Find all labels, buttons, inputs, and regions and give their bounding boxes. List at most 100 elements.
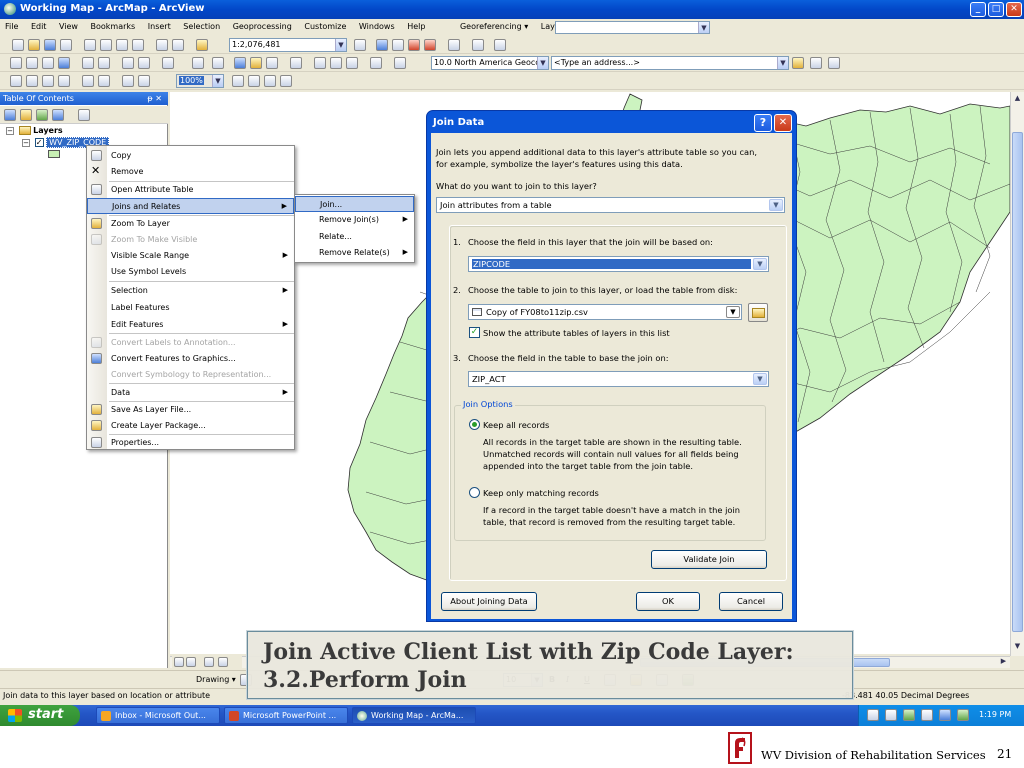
submenu-item-join[interactable]: Join... [295, 196, 414, 212]
time-slider-icon[interactable] [370, 57, 382, 69]
whats-this-icon[interactable] [494, 39, 506, 51]
collapse-icon[interactable]: − [22, 138, 30, 147]
browse-table-button[interactable] [748, 303, 768, 322]
keep-matching-records-radio[interactable] [469, 487, 480, 498]
collapse-icon[interactable]: − [6, 126, 14, 135]
drawing-menu[interactable]: Drawing ▾ [196, 675, 236, 684]
toc-pin-close[interactable]: ᵽ ✕ [147, 94, 162, 103]
toc-options-icon[interactable] [78, 109, 90, 121]
python-window-icon[interactable] [448, 39, 460, 51]
redo-icon[interactable] [172, 39, 184, 51]
georeferencing-toolbar-label[interactable]: Georeferencing ▾ [455, 19, 533, 31]
list-by-source-icon[interactable] [20, 109, 32, 121]
copy-icon[interactable] [100, 39, 112, 51]
list-by-visibility-icon[interactable] [36, 109, 48, 121]
select-features-icon[interactable] [162, 57, 174, 69]
list-by-selection-icon[interactable] [52, 109, 64, 121]
list-by-drawing-order-icon[interactable] [4, 109, 16, 121]
menu-bookmarks[interactable]: Bookmarks [86, 19, 141, 31]
open-folder-icon[interactable] [28, 39, 40, 51]
find-address-icon[interactable] [792, 57, 804, 69]
refresh-icon[interactable] [204, 657, 214, 667]
editor-toolbar-icon[interactable] [354, 39, 366, 51]
menu-item-properties[interactable]: Properties... [87, 435, 294, 451]
show-attribute-tables-checkbox[interactable]: ✓ [469, 327, 480, 338]
layout-pan-icon[interactable] [42, 75, 54, 87]
toggle-draft-mode-icon[interactable] [232, 75, 244, 87]
measure-icon[interactable] [290, 57, 302, 69]
menu-customize[interactable]: Customize [299, 19, 351, 31]
start-button[interactable]: start [0, 705, 80, 726]
menu-item-label-features[interactable]: Label Features [87, 300, 294, 316]
menu-edit[interactable]: Edit [26, 19, 52, 31]
add-data-icon[interactable] [196, 39, 208, 51]
menu-item-joins-and-relates[interactable]: Joins and Relates ▶ [87, 198, 294, 214]
tray-signal-icon[interactable] [939, 709, 951, 721]
address-search-input[interactable]: <Type an address...> ▼ [551, 56, 789, 70]
join-table-select[interactable]: Copy of FY08to11zip.csv ▼ [468, 304, 742, 320]
close-button[interactable]: ✕ [1006, 2, 1022, 17]
create-viewer-icon[interactable] [394, 57, 406, 69]
full-extent-globe-icon[interactable] [58, 57, 70, 69]
about-joining-data-button[interactable]: About Joining Data [441, 592, 537, 611]
menu-view[interactable]: View [54, 19, 83, 31]
geocode-settings-icon[interactable] [828, 57, 840, 69]
table-of-contents-icon[interactable] [376, 39, 388, 51]
next-extent-page-icon[interactable] [138, 75, 150, 87]
fixed-zoom-in-icon[interactable] [82, 57, 94, 69]
data-view-icon[interactable] [174, 657, 184, 667]
layout-zoom-out-icon[interactable] [26, 75, 38, 87]
menu-item-copy[interactable]: Copy [87, 148, 294, 164]
locate-icon[interactable] [810, 57, 822, 69]
previous-extent-page-icon[interactable] [122, 75, 134, 87]
layout-zoom-in-icon[interactable] [10, 75, 22, 87]
submenu-item-relate[interactable]: Relate... [295, 229, 414, 245]
zoom-whole-page-icon[interactable] [58, 75, 70, 87]
map-scale-combo[interactable]: 1:2,076,481 ▼ [229, 38, 347, 52]
ok-button[interactable]: OK [636, 592, 700, 611]
menu-item-convert-features[interactable]: Convert Features to Graphics... [87, 351, 294, 367]
minimize-button[interactable]: _ [970, 2, 986, 17]
menu-selection[interactable]: Selection [178, 19, 225, 31]
menu-item-use-symbol-levels[interactable]: Use Symbol Levels [87, 264, 294, 280]
identify-icon[interactable] [234, 57, 246, 69]
go-to-xy-icon[interactable] [346, 57, 358, 69]
map-vertical-scrollbar[interactable]: ▲ ▼ [1010, 92, 1024, 656]
find-route-icon[interactable] [330, 57, 342, 69]
search-window-icon[interactable] [408, 39, 420, 51]
zoom-out-icon[interactable] [26, 57, 38, 69]
fixed-zoom-out-page-icon[interactable] [98, 75, 110, 87]
select-elements-arrow-icon[interactable] [212, 57, 224, 69]
hyperlink-icon[interactable] [250, 57, 262, 69]
table-field-select[interactable]: ZIP_ACT ▼ [468, 371, 769, 387]
zoom-in-icon[interactable] [10, 57, 22, 69]
dialog-close-button[interactable]: ✕ [774, 114, 792, 132]
menu-item-zoom-to-layer[interactable]: Zoom To Layer [87, 216, 294, 232]
validate-join-button[interactable]: Validate Join [651, 550, 767, 569]
html-popup-icon[interactable] [266, 57, 278, 69]
layers-group[interactable]: − Layers [6, 126, 63, 135]
new-document-icon[interactable] [12, 39, 24, 51]
menu-help[interactable]: Help [402, 19, 430, 31]
menu-item-create-layer-package[interactable]: Create Layer Package... [87, 418, 294, 434]
menu-item-edit-features[interactable]: Edit Features ▶ [87, 317, 294, 333]
menu-windows[interactable]: Windows [354, 19, 400, 31]
clear-selection-icon[interactable] [192, 57, 204, 69]
forward-extent-icon[interactable] [138, 57, 150, 69]
back-extent-icon[interactable] [122, 57, 134, 69]
undo-icon[interactable] [156, 39, 168, 51]
maximize-button[interactable]: □ [988, 2, 1004, 17]
print-icon[interactable] [60, 39, 72, 51]
taskbar-item-arcmap[interactable]: Working Map - ArcMa... [352, 707, 476, 724]
dialog-help-button[interactable]: ? [754, 114, 772, 132]
menu-item-visible-scale-range[interactable]: Visible Scale Range ▶ [87, 248, 294, 264]
pan-hand-icon[interactable] [42, 57, 54, 69]
menu-insert[interactable]: Insert [143, 19, 176, 31]
focus-data-frame-icon[interactable] [248, 75, 260, 87]
cut-icon[interactable] [84, 39, 96, 51]
taskbar-item-outlook[interactable]: Inbox - Microsoft Out... [96, 707, 220, 724]
menu-file[interactable]: File [0, 19, 23, 31]
catalog-icon[interactable] [392, 39, 404, 51]
layout-zoom-combo[interactable]: 100% ▼ [176, 74, 224, 88]
fixed-zoom-out-icon[interactable] [98, 57, 110, 69]
